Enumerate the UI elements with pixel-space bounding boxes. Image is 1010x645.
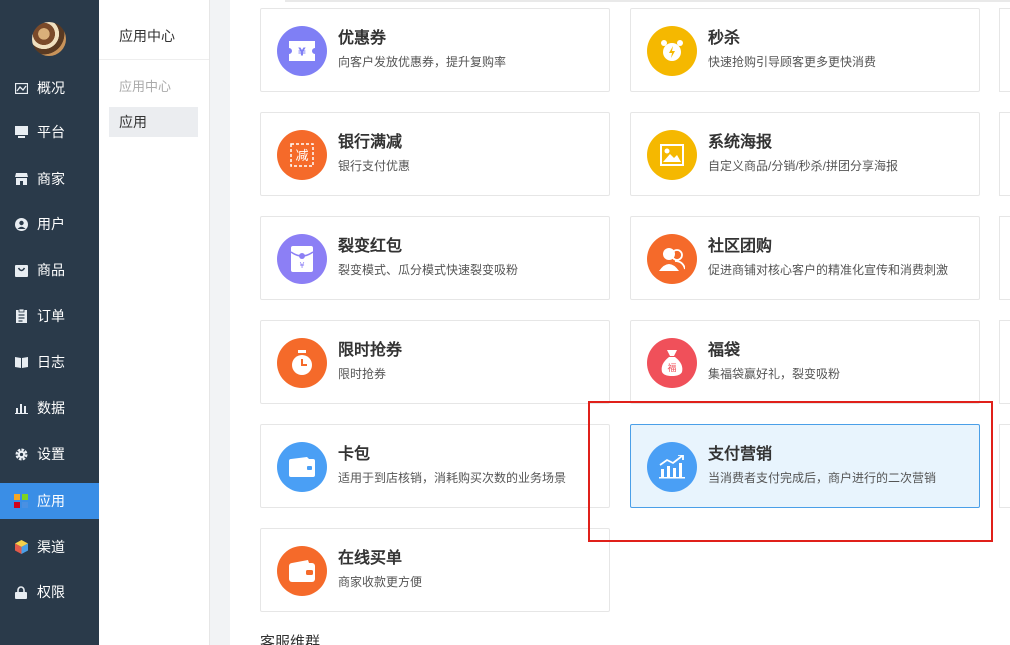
growth-chart-icon (647, 442, 697, 492)
sidebar-item-store[interactable]: 商家 (0, 161, 99, 197)
app-card-flash-sale[interactable]: 秒杀 快速抢购引导顾客更多更快消费 (630, 8, 980, 92)
card-title: 在线买单 (338, 550, 403, 567)
card-description: 促进商铺对核心客户的精准化宣传和消费刺激 (708, 263, 949, 277)
sidebar-item-overview[interactable]: 概况 (0, 70, 99, 106)
log-icon (14, 355, 28, 369)
goods-icon (14, 263, 28, 277)
partial-card (999, 424, 1010, 508)
card-description: 银行支付优惠 (338, 159, 411, 173)
card-title: 支付营销 (708, 446, 773, 463)
card-description: 裂变模式、瓜分模式快速裂变吸粉 (338, 263, 519, 277)
submenu-divider (99, 59, 209, 60)
card-description: 限时抢券 (338, 367, 387, 381)
card-description: 自定义商品/分销/秒杀/拼团分享海报 (708, 159, 899, 173)
card-title: 优惠券 (338, 30, 387, 47)
lock-icon (14, 585, 28, 599)
sidebar-item-label: 概况 (37, 80, 65, 96)
order-icon (14, 309, 28, 323)
sidebar-item-goods[interactable]: 商品 (0, 252, 99, 288)
data-icon (14, 401, 28, 415)
brand-logo[interactable] (32, 22, 66, 56)
timer-icon (277, 338, 327, 388)
sidebar-item-platform[interactable]: 平台 (0, 114, 99, 150)
sidebar-item-label: 商品 (37, 262, 65, 278)
app-card-online-checkout[interactable]: 在线买单 商家收款更方便 (260, 528, 610, 612)
community-icon (647, 234, 697, 284)
coupon-icon: ¥ (277, 26, 327, 76)
app-card-card-wallet[interactable]: 卡包 适用于到店核销，消耗购买次数的业务场景 (260, 424, 610, 508)
alarm-clock-icon (647, 26, 697, 76)
card-description: 集福袋赢好礼，裂变吸粉 (708, 367, 841, 381)
card-description: 适用于到店核销，消耗购买次数的业务场景 (338, 471, 567, 485)
app-card-bank-discount[interactable]: 减 银行满减 银行支付优惠 (260, 112, 610, 196)
store-icon (14, 172, 28, 186)
channel-icon (14, 540, 28, 554)
card-title: 秒杀 (708, 30, 741, 47)
card-description: 商家收款更方便 (338, 575, 423, 589)
sidebar-item-data[interactable]: 数据 (0, 390, 99, 426)
sidebar-item-permission[interactable]: 权限 (0, 574, 99, 610)
card-title: 银行满减 (338, 134, 403, 151)
discount-glyph: 减 (295, 149, 308, 164)
sidebar-item-label: 渠道 (37, 539, 65, 555)
sidebar-item-channel[interactable]: 渠道 (0, 529, 99, 565)
card-title: 裂变红包 (338, 238, 403, 255)
app-card-fission-red-packet[interactable]: ¥ 裂变红包 裂变模式、瓜分模式快速裂变吸粉 (260, 216, 610, 300)
main-sidebar: 概况 平台 商家 用户 商品 订单 日志 数据 设置 应用 渠道 权限 (0, 0, 99, 645)
submenu-title: 应用中心 (119, 28, 175, 44)
apps-icon (14, 494, 28, 508)
app-center-submenu: 应用中心 应用中心 应用 (99, 0, 210, 645)
sidebar-item-label: 商家 (37, 171, 65, 187)
sidebar-item-label: 数据 (37, 400, 65, 416)
sidebar-item-label: 订单 (37, 308, 65, 324)
card-title: 系统海报 (708, 134, 773, 151)
card-description: 当消费者支付完成后，商户进行的二次营销 (708, 471, 937, 485)
section-title: 客服维群 (260, 634, 321, 645)
lucky-bag-icon: 福 (647, 338, 697, 388)
submenu-item-apps[interactable]: 应用 (109, 107, 198, 137)
sidebar-item-label: 权限 (37, 584, 65, 600)
discount-icon: 减 (277, 130, 327, 180)
sidebar-item-label: 日志 (37, 354, 65, 370)
top-divider (285, 0, 1010, 2)
settings-icon (14, 447, 28, 461)
red-envelope-icon: ¥ (277, 234, 327, 284)
submenu-group-label: 应用中心 (119, 79, 172, 94)
sidebar-item-settings[interactable]: 设置 (0, 436, 99, 472)
lucky-bag-glyph: 福 (667, 362, 676, 374)
partial-card (999, 216, 1010, 300)
app-card-limited-coupon[interactable]: 限时抢券 限时抢券 (260, 320, 610, 404)
card-title: 福袋 (708, 342, 741, 359)
card-description: 向客户发放优惠券，提升复购率 (338, 55, 507, 69)
app-card-coupon[interactable]: ¥ 优惠券 向客户发放优惠券，提升复购率 (260, 8, 610, 92)
sidebar-item-apps[interactable]: 应用 (0, 483, 99, 519)
card-title: 社区团购 (708, 238, 773, 255)
sidebar-item-order[interactable]: 订单 (0, 298, 99, 334)
card-description: 快速抢购引导顾客更多更快消费 (708, 55, 877, 69)
svg-text:¥: ¥ (299, 261, 304, 270)
app-card-lucky-bag[interactable]: 福 福袋 集福袋赢好礼，裂变吸粉 (630, 320, 980, 404)
card-wallet-icon (277, 442, 327, 492)
partial-card (999, 112, 1010, 196)
partial-card (999, 320, 1010, 404)
app-card-community-group-buy[interactable]: 社区团购 促进商铺对核心客户的精准化宣传和消费刺激 (630, 216, 980, 300)
platform-icon (14, 125, 28, 139)
wallet-icon (277, 546, 327, 596)
sidebar-item-label: 设置 (37, 446, 65, 462)
sidebar-item-label: 平台 (37, 124, 65, 140)
sidebar-item-user[interactable]: 用户 (0, 206, 99, 242)
sidebar-item-label: 应用 (37, 493, 65, 509)
sidebar-item-log[interactable]: 日志 (0, 344, 99, 380)
poster-icon (647, 130, 697, 180)
app-card-payment-marketing[interactable]: 支付营销 当消费者支付完成后，商户进行的二次营销 (630, 424, 980, 508)
card-title: 限时抢券 (338, 342, 403, 359)
user-icon (14, 217, 28, 231)
overview-icon (14, 81, 28, 95)
app-card-system-poster[interactable]: 系统海报 自定义商品/分销/秒杀/拼团分享海报 (630, 112, 980, 196)
card-title: 卡包 (338, 446, 371, 463)
coupon-glyph: ¥ (298, 46, 306, 59)
sidebar-item-label: 用户 (37, 216, 65, 232)
partial-card (999, 8, 1010, 92)
